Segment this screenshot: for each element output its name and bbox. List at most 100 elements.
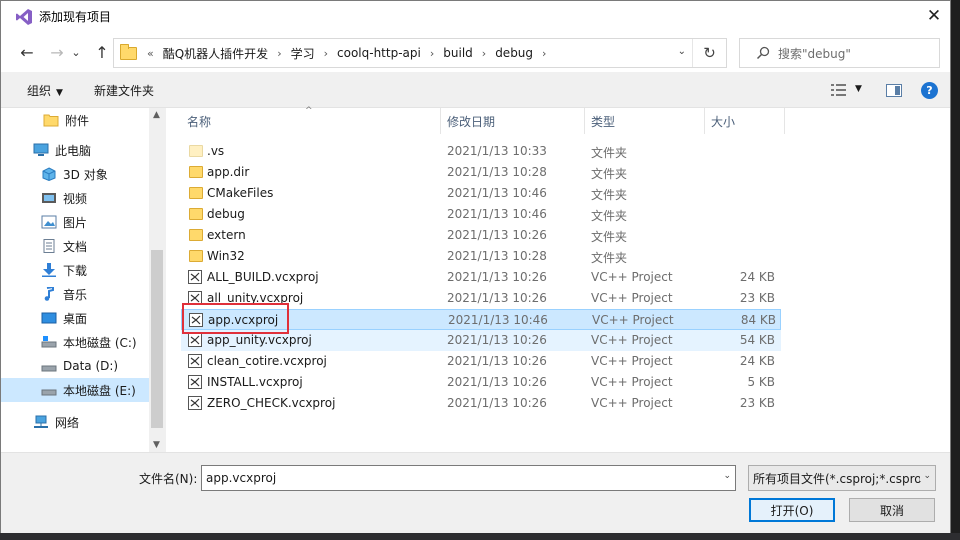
- open-button[interactable]: 打开(O): [749, 498, 835, 522]
- nav-item-label: 图片: [63, 215, 88, 230]
- nav-item-attachments[interactable]: 附件: [1, 108, 149, 132]
- file-row[interactable]: INSTALL.vcxproj 2021/1/13 10:26 VC++ Proje…: [181, 372, 781, 393]
- background-editor-strip: [951, 0, 960, 540]
- column-header-type[interactable]: 类型: [585, 108, 705, 134]
- folder-icon: [189, 250, 203, 262]
- nav-item-label: 本地磁盘 (C:): [63, 335, 137, 350]
- column-header-date[interactable]: 修改日期: [441, 108, 585, 134]
- filename-label: 文件名(N):: [139, 472, 198, 486]
- back-arrow-icon: ←: [20, 42, 34, 62]
- breadcrumb-item[interactable]: debug: [495, 46, 533, 60]
- search-box[interactable]: 搜索"debug": [739, 38, 940, 68]
- documents-icon: [41, 239, 57, 253]
- vcxproj-file-icon: [188, 354, 202, 368]
- file-date: 2021/1/13 10:26: [447, 270, 547, 284]
- file-row[interactable]: ZERO_CHECK.vcxproj 2021/1/13 10:26 VC++ Pr…: [181, 393, 781, 414]
- file-row[interactable]: ALL_BUILD.vcxproj 2021/1/13 10:26 VC++ Pro…: [181, 267, 781, 288]
- folder-icon: [189, 145, 203, 157]
- recent-locations-button[interactable]: ⌄: [69, 42, 83, 62]
- refresh-button[interactable]: ↻: [692, 39, 726, 67]
- file-name: clean_cotire.vcxproj: [207, 354, 327, 368]
- chevron-down-icon: ⌄: [71, 45, 81, 59]
- scroll-up-icon[interactable]: ▲: [153, 110, 160, 120]
- file-name: app_unity.vcxproj: [207, 333, 312, 347]
- breadcrumb-separator-icon[interactable]: ›: [430, 47, 434, 60]
- file-type: 文件夹: [591, 230, 628, 244]
- breadcrumb-item[interactable]: 酷Q机器人插件开发: [163, 45, 268, 62]
- preview-pane-icon[interactable]: [886, 84, 902, 97]
- file-date: 2021/1/13 10:26: [447, 228, 547, 242]
- new-folder-button[interactable]: 新建文件夹: [94, 82, 154, 99]
- file-type-filter-value: 所有项目文件(*.csproj;*.cspro: [753, 471, 922, 486]
- file-date: 2021/1/13 10:28: [447, 165, 547, 179]
- refresh-icon: ↻: [703, 44, 716, 62]
- filename-value: app.vcxproj: [206, 471, 277, 485]
- nav-item-documents[interactable]: 文档: [1, 234, 149, 258]
- chevron-down-icon[interactable]: ⌄: [920, 471, 931, 481]
- vcxproj-file-icon: [188, 375, 202, 389]
- search-input[interactable]: 搜索"debug": [778, 45, 851, 62]
- nav-item-3d-objects[interactable]: 3D 对象: [1, 162, 149, 186]
- folder-icon: [43, 113, 59, 127]
- breadcrumb-item[interactable]: build: [443, 46, 473, 60]
- up-button[interactable]: ↑: [92, 42, 112, 62]
- file-type-filter-select[interactable]: 所有项目文件(*.csproj;*.cspro ⌄: [748, 465, 936, 491]
- nav-item-music[interactable]: 音乐: [1, 282, 149, 306]
- file-size: 23 KB: [739, 291, 775, 305]
- column-header-name[interactable]: 名称: [181, 108, 441, 134]
- nav-item-desktop[interactable]: 桌面: [1, 306, 149, 330]
- column-header-size[interactable]: 大小: [705, 108, 785, 134]
- file-row[interactable]: .vs 2021/1/13 10:33 文件夹: [181, 141, 781, 162]
- nav-scrollbar[interactable]: ▲ ▼: [149, 108, 166, 452]
- breadcrumb-separator-icon[interactable]: ›: [542, 47, 546, 60]
- organize-menu-button[interactable]: 组织 ▼: [27, 82, 63, 99]
- nav-item-drive-c[interactable]: 本地磁盘 (C:): [1, 330, 149, 354]
- view-options-caret-icon[interactable]: ▼: [855, 84, 862, 94]
- navigation-pane: 附件 此电脑 3D 对象 视频 图片 文档 下载 音乐 桌面 本地磁盘 (C:)…: [1, 108, 166, 452]
- breadcrumb-item[interactable]: coolq-http-api: [337, 46, 421, 60]
- desktop-icon: [41, 311, 57, 325]
- scroll-down-icon[interactable]: ▼: [153, 440, 160, 450]
- close-button[interactable]: ✕: [922, 5, 946, 27]
- file-date: 2021/1/13 10:26: [447, 333, 547, 347]
- folder-icon: [189, 166, 203, 178]
- nav-item-drive-e[interactable]: 本地磁盘 (E:): [1, 378, 149, 402]
- scroll-thumb[interactable]: [151, 250, 163, 428]
- nav-item-videos[interactable]: 视频: [1, 186, 149, 210]
- nav-item-this-pc[interactable]: 此电脑: [1, 138, 149, 162]
- file-row[interactable]: Win32 2021/1/13 10:28 文件夹: [181, 246, 781, 267]
- 3d-objects-icon: [41, 167, 57, 182]
- file-row[interactable]: clean_cotire.vcxproj 2021/1/13 10:26 VC++ …: [181, 351, 781, 372]
- address-dropdown-icon[interactable]: ⌄: [678, 46, 686, 57]
- file-row[interactable]: debug 2021/1/13 10:46 文件夹: [181, 204, 781, 225]
- file-date: 2021/1/13 10:26: [447, 396, 547, 410]
- file-name: Win32: [207, 249, 245, 263]
- file-row[interactable]: extern 2021/1/13 10:26 文件夹: [181, 225, 781, 246]
- breadcrumb-separator-icon[interactable]: ›: [324, 47, 328, 60]
- nav-item-drive-d[interactable]: Data (D:): [1, 354, 149, 378]
- organize-label: 组织: [27, 84, 52, 98]
- filename-input[interactable]: app.vcxproj ⌄: [201, 465, 736, 491]
- nav-item-label: 下载: [63, 263, 88, 278]
- address-bar[interactable]: « 酷Q机器人插件开发 › 学习 › coolq-http-api › buil…: [113, 38, 727, 68]
- file-size: 24 KB: [739, 270, 775, 284]
- up-arrow-icon: ↑: [95, 42, 109, 62]
- file-row[interactable]: CMakeFiles 2021/1/13 10:46 文件夹: [181, 183, 781, 204]
- nav-item-pictures[interactable]: 图片: [1, 210, 149, 234]
- file-row[interactable]: app.dir 2021/1/13 10:28 文件夹: [181, 162, 781, 183]
- nav-item-network[interactable]: 网络: [1, 410, 149, 434]
- view-options-icon[interactable]: [831, 83, 847, 97]
- help-icon[interactable]: ?: [921, 82, 938, 99]
- computer-icon: [33, 143, 49, 157]
- file-date: 2021/1/13 10:46: [447, 186, 547, 200]
- window-title: 添加现有项目: [39, 10, 112, 24]
- chevron-down-icon[interactable]: ⌄: [723, 471, 731, 481]
- breadcrumb-separator-icon[interactable]: ›: [482, 47, 486, 60]
- forward-button[interactable]: →: [47, 42, 67, 62]
- breadcrumb-separator-icon[interactable]: ›: [277, 47, 281, 60]
- breadcrumb-item[interactable]: 学习: [291, 45, 315, 62]
- cancel-button[interactable]: 取消: [849, 498, 935, 522]
- back-button[interactable]: ←: [17, 42, 37, 62]
- breadcrumb-overflow[interactable]: «: [147, 47, 154, 60]
- nav-item-downloads[interactable]: 下载: [1, 258, 149, 282]
